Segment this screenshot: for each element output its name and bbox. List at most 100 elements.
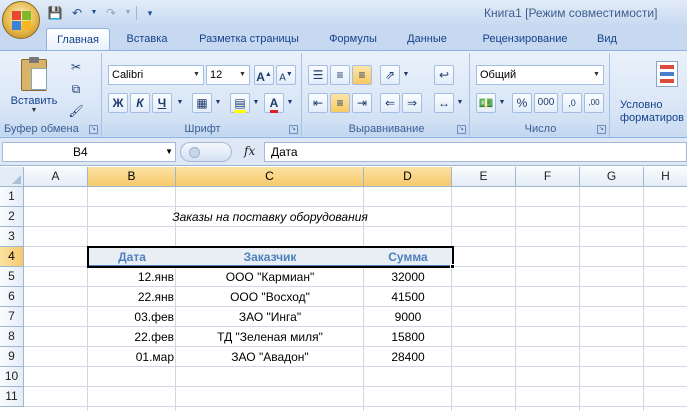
conditional-formatting-button[interactable]: Условно форматиров — [616, 57, 687, 124]
align-top-icon[interactable]: ☰ — [308, 65, 328, 85]
thousands-separator-button[interactable]: 000 — [534, 93, 558, 113]
align-middle-icon[interactable]: ≡ — [330, 65, 350, 85]
column-header-c[interactable]: C — [176, 167, 364, 187]
percent-button[interactable]: % — [512, 93, 532, 113]
save-icon[interactable]: 💾 — [46, 5, 64, 21]
decrease-decimal-button[interactable]: ,00 — [584, 93, 604, 113]
bold-button[interactable]: Ж — [108, 93, 128, 113]
column-header-d[interactable]: D — [364, 167, 452, 187]
amount-cell[interactable]: 15800 — [364, 327, 452, 347]
amount-cell[interactable]: 28400 — [364, 347, 452, 367]
spreadsheet-grid[interactable]: A B C D E F G H 1 2 3 4 5 6 7 8 9 10 11 … — [0, 167, 687, 411]
customer-cell[interactable]: ТД "Зеленая миля" — [176, 327, 364, 347]
row-header-7[interactable]: 7 — [0, 307, 24, 327]
dialog-launcher-icon[interactable]: ↘ — [289, 125, 298, 134]
increase-decimal-button[interactable]: ,0 — [562, 93, 582, 113]
row-header-2[interactable]: 2 — [0, 207, 24, 227]
column-header-g[interactable]: G — [580, 167, 644, 187]
shrink-font-button[interactable]: A▼ — [276, 65, 296, 85]
row-header-6[interactable]: 6 — [0, 287, 24, 307]
date-cell[interactable]: 03.фев — [88, 307, 176, 327]
chevron-down-icon[interactable]: ▼ — [284, 93, 296, 113]
number-format-select[interactable]: Общий ▼ — [476, 65, 604, 85]
tab-data[interactable]: Данные — [398, 28, 456, 50]
row-header-3[interactable]: 3 — [0, 227, 24, 247]
paste-button[interactable]: Вставить ▼ — [8, 57, 60, 115]
italic-button[interactable]: К — [130, 93, 150, 113]
undo-dropdown-icon[interactable]: ▼ — [90, 5, 98, 21]
increase-indent-icon[interactable]: ⇒ — [402, 93, 422, 113]
customer-cell[interactable]: ООО "Восход" — [176, 287, 364, 307]
fill-color-icon[interactable]: ▤ — [230, 93, 250, 113]
tab-insert[interactable]: Вставка — [118, 28, 176, 50]
chevron-down-icon[interactable]: ▼ — [496, 93, 508, 113]
column-header-e[interactable]: E — [452, 167, 516, 187]
dialog-launcher-icon[interactable]: ↘ — [89, 125, 98, 134]
copy-icon[interactable]: ⧉ — [66, 79, 86, 99]
redo-icon[interactable]: ↷ — [102, 5, 120, 21]
row-header-10[interactable]: 10 — [0, 367, 24, 387]
dialog-launcher-icon[interactable]: ↘ — [597, 125, 606, 134]
font-size-select[interactable]: 12 ▼ — [206, 65, 250, 85]
chevron-down-icon[interactable]: ▼ — [454, 93, 466, 113]
row-header-8[interactable]: 8 — [0, 327, 24, 347]
tab-view[interactable]: Вид — [590, 28, 624, 50]
redo-dropdown-icon[interactable]: ▼ — [124, 5, 132, 21]
customer-cell[interactable]: ООО "Кармиан" — [176, 267, 364, 287]
column-header-b[interactable]: B — [88, 167, 176, 187]
font-color-button[interactable]: A — [264, 93, 284, 113]
customer-cell[interactable]: ЗАО "Авадон" — [176, 347, 364, 367]
formula-input[interactable]: Дата — [264, 142, 687, 162]
align-bottom-icon[interactable]: ≡ — [352, 65, 372, 85]
sheet-title-cell[interactable]: Заказы на поставку оборудования — [88, 207, 452, 227]
decrease-indent-icon[interactable]: ⇐ — [380, 93, 400, 113]
chevron-down-icon[interactable]: ▼ — [174, 93, 186, 113]
chevron-down-icon[interactable]: ▼ — [400, 65, 412, 85]
tab-home[interactable]: Главная — [46, 28, 110, 50]
customer-cell[interactable]: ЗАО "Инга" — [176, 307, 364, 327]
grow-font-button[interactable]: A▲ — [254, 65, 274, 85]
select-all-button[interactable] — [0, 167, 24, 187]
wrap-text-icon[interactable]: ↩ — [434, 65, 454, 85]
customize-icon[interactable]: ▾ — [141, 5, 159, 21]
chevron-down-icon[interactable]: ▼ — [250, 93, 262, 113]
insert-function-button[interactable]: fx — [244, 144, 255, 158]
column-header-h[interactable]: H — [644, 167, 687, 187]
align-right-icon[interactable]: ⇥ — [352, 93, 372, 113]
font-name-select[interactable]: Calibri ▼ — [108, 65, 204, 85]
row-header-4[interactable]: 4 — [0, 247, 24, 267]
underline-button[interactable]: Ч — [152, 93, 172, 113]
fill-handle[interactable] — [450, 264, 455, 269]
tab-formulas[interactable]: Формулы — [320, 28, 386, 50]
align-left-icon[interactable]: ⇤ — [308, 93, 328, 113]
tab-review[interactable]: Рецензирование — [470, 28, 580, 50]
merge-center-icon[interactable]: ↔ — [434, 93, 454, 113]
column-header-a[interactable]: A — [24, 167, 88, 187]
date-cell[interactable]: 01.мар — [88, 347, 176, 367]
row-header-5[interactable]: 5 — [0, 267, 24, 287]
row-header-11[interactable]: 11 — [0, 387, 24, 407]
column-header-f[interactable]: F — [516, 167, 580, 187]
borders-icon[interactable]: ▦ — [192, 93, 212, 113]
align-center-icon[interactable]: ≡ — [330, 93, 350, 113]
row-header-1[interactable]: 1 — [0, 187, 24, 207]
office-button[interactable] — [2, 1, 40, 39]
date-cell[interactable]: 22.янв — [88, 287, 176, 307]
format-painter-icon[interactable]: 🖌 — [66, 101, 86, 121]
amount-cell[interactable]: 41500 — [364, 287, 452, 307]
amount-cell[interactable]: 32000 — [364, 267, 452, 287]
name-box[interactable]: B4 ▼ — [2, 142, 176, 162]
window-title: Книга1 [Режим совместимости] — [484, 6, 658, 20]
undo-icon[interactable]: ↶ — [68, 5, 86, 21]
date-cell[interactable]: 12.янв — [88, 267, 176, 287]
row-header-9[interactable]: 9 — [0, 347, 24, 367]
dialog-launcher-icon[interactable]: ↘ — [457, 125, 466, 134]
cut-icon[interactable]: ✂ — [66, 57, 86, 77]
date-cell[interactable]: 22.фев — [88, 327, 176, 347]
currency-icon[interactable]: 💵 — [476, 93, 496, 113]
orientation-icon[interactable]: ⇗ — [380, 65, 400, 85]
chevron-down-icon[interactable]: ▼ — [165, 143, 173, 161]
tab-page-layout[interactable]: Разметка страницы — [190, 28, 308, 50]
amount-cell[interactable]: 9000 — [364, 307, 452, 327]
chevron-down-icon[interactable]: ▼ — [212, 93, 224, 113]
